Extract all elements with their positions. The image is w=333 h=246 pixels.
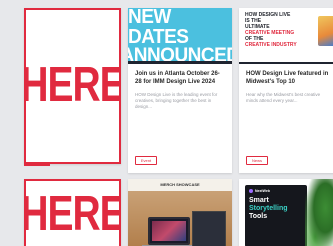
- promo-headline: Storytelling: [249, 205, 288, 213]
- banner-bottom-bar: [128, 61, 232, 64]
- event-card[interactable]: NEW DATES ANNOUNCED Join us in Atlanta O…: [128, 8, 232, 173]
- card-title[interactable]: HOW Design Live featured in Midwest's To…: [239, 64, 333, 86]
- banner-text: NEW DATES: [128, 8, 189, 48]
- placeholder-accent-bar: [24, 163, 50, 166]
- banner-graphic: [318, 16, 333, 46]
- device-image: [192, 211, 226, 246]
- placeholder-card[interactable]: HERE: [24, 179, 121, 246]
- laptop-image: [148, 217, 190, 245]
- card-banner-image: HOW DESIGN LIVE IS THE ULTIMATE CREATIVE…: [239, 8, 333, 64]
- card-description: Hear why the Midwest's best creative min…: [246, 92, 321, 103]
- card-description: HOW Design Live is the leading event for…: [135, 92, 218, 109]
- logo-dot-icon: [249, 189, 253, 194]
- promo-headline: Tools: [249, 213, 268, 221]
- card-image: [128, 191, 232, 246]
- card-title[interactable]: Join us in Atlanta October 26-28 for IMM…: [128, 64, 232, 86]
- news-card[interactable]: HOW DESIGN LIVE IS THE ULTIMATE CREATIVE…: [239, 8, 333, 173]
- promo-headline: Smart: [249, 197, 269, 205]
- placeholder-label: HERE: [24, 187, 121, 242]
- placeholder-label: HERE: [24, 58, 121, 113]
- banner-bottom-bar: [239, 62, 333, 64]
- card-tag-button[interactable]: News: [246, 156, 268, 165]
- placeholder-card[interactable]: HERE: [24, 8, 121, 164]
- product-card[interactable]: MERCH SHOWCASE: [128, 179, 232, 246]
- promo-card[interactable]: NextWeb Smart Storytelling Tools: [239, 179, 333, 246]
- card-banner-image: NEW DATES ANNOUNCED: [128, 8, 232, 65]
- promo-panel: NextWeb Smart Storytelling Tools: [245, 185, 307, 246]
- logo: NextWeb: [249, 189, 303, 194]
- card-image: NextWeb Smart Storytelling Tools: [239, 179, 333, 246]
- card-top-label: MERCH SHOWCASE: [128, 179, 232, 191]
- card-tag-button[interactable]: Event: [135, 156, 157, 165]
- leaf-image: [305, 179, 333, 246]
